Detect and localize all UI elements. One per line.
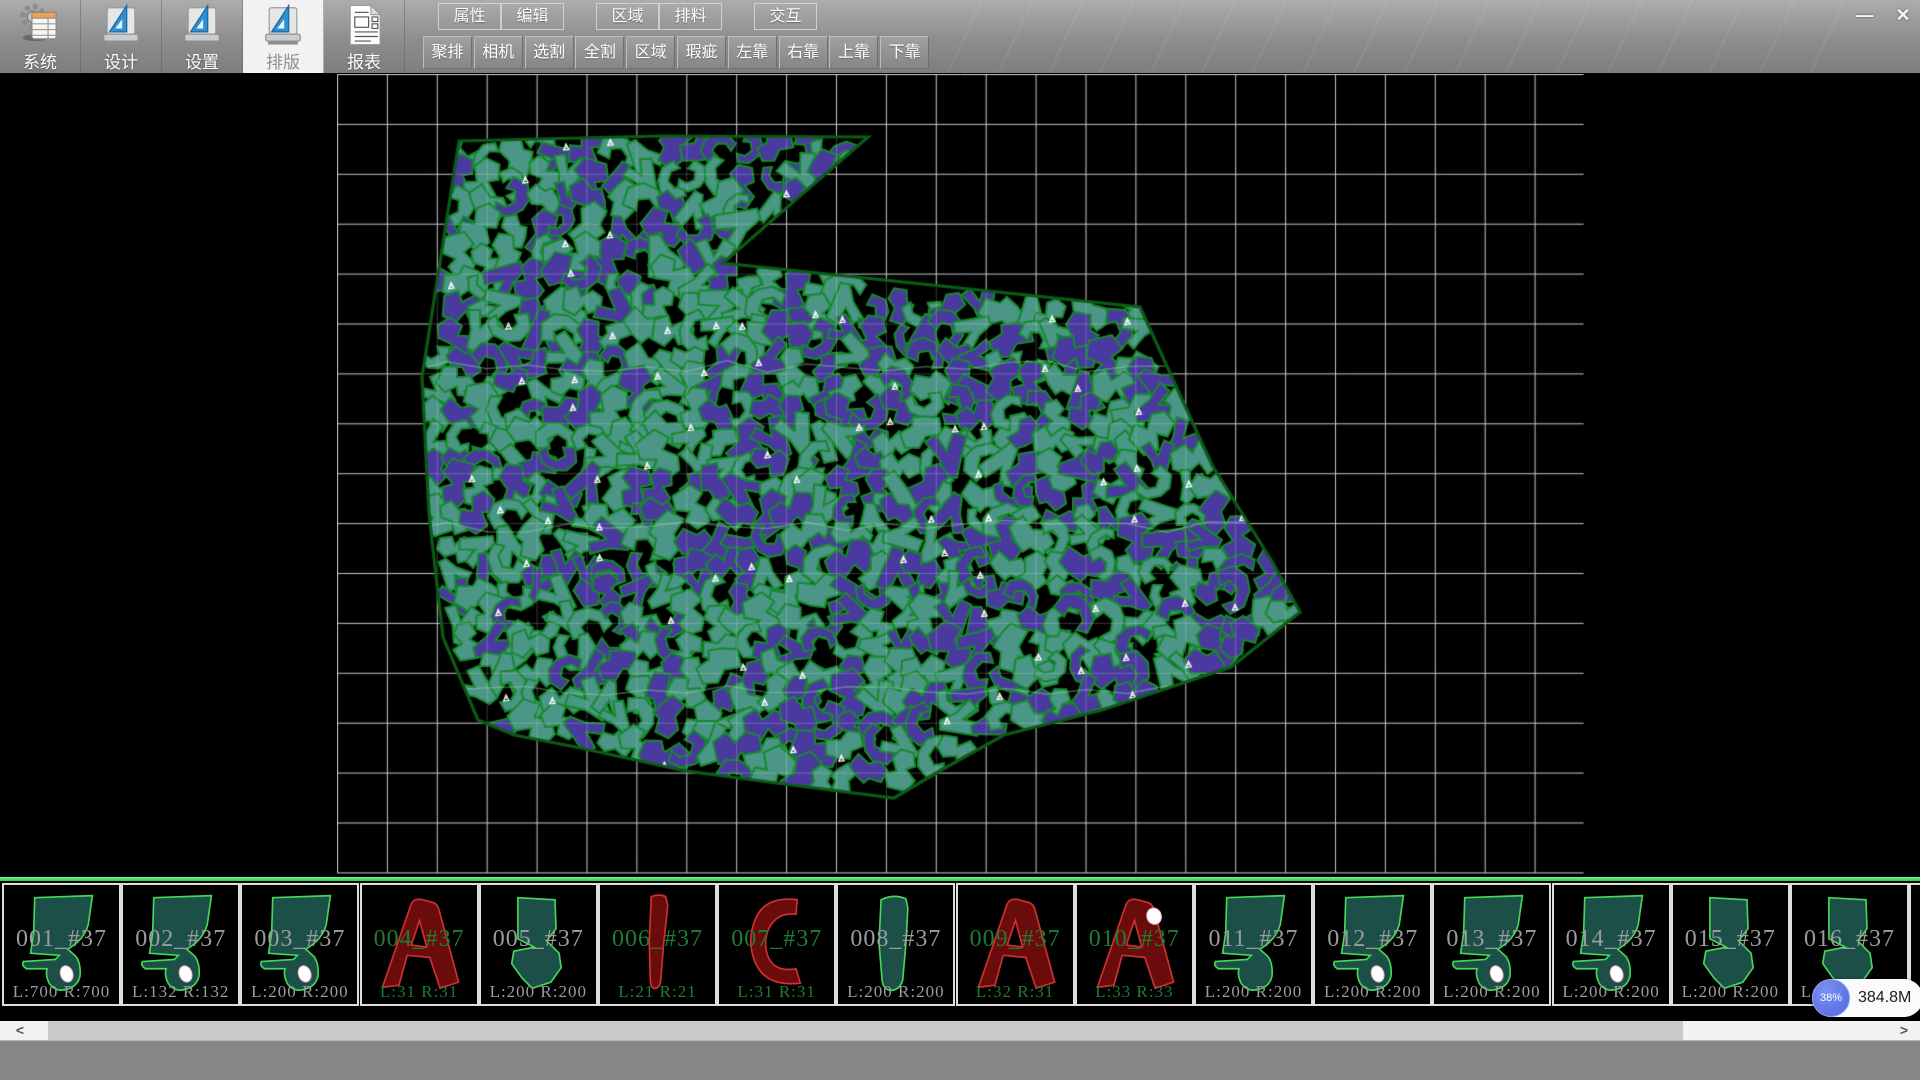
memory-value: 384.8M <box>1858 989 1911 1007</box>
piece-thumbnail-010_#37[interactable]: 010_#37 L:33 R:33 <box>1075 883 1194 1006</box>
menu-top-4[interactable]: 交互 <box>754 3 817 30</box>
tool-button-3[interactable]: 全割 <box>575 36 624 69</box>
piece-thumbnail-007_#37[interactable]: 007_#37 L:31 R:31 <box>717 883 836 1006</box>
piece-id-label: 013_#37 <box>1434 926 1549 953</box>
piece-thumbnail-009_#37[interactable]: 009_#37 L:32 R:31 <box>956 883 1075 1006</box>
close-button[interactable]: ✕ <box>1888 2 1918 28</box>
piece-id-label: 003_#37 <box>242 926 357 953</box>
main-tab-0[interactable]: 系统 <box>0 0 81 73</box>
tool-button-1[interactable]: 相机 <box>474 36 523 69</box>
piece-thumbnail-003_#37[interactable]: 003_#37 L:200 R:200 <box>240 883 359 1006</box>
piece-lr-count: L:200 R:200 <box>1434 982 1549 1002</box>
piece-id-label: 014_#37 <box>1554 926 1669 953</box>
piece-thumbnail-005_#37[interactable]: 005_#37 L:200 R:200 <box>479 883 598 1006</box>
piece-id-label: 017_#37 <box>1911 926 1920 953</box>
piece-id-label: 004_#37 <box>362 926 477 953</box>
piece-thumbnail-004_#37[interactable]: 004_#37 L:31 R:31 <box>360 883 479 1006</box>
scroll-left-arrow[interactable]: < <box>8 1021 32 1040</box>
menu-top-2[interactable]: 区域 <box>596 3 659 30</box>
piece-thumbnail-014_#37[interactable]: 014_#37 L:200 R:200 <box>1552 883 1671 1006</box>
piece-lr-count: L:32 R:31 <box>958 982 1073 1002</box>
tool-button-5[interactable]: 瑕疵 <box>677 36 726 69</box>
piece-thumbnail-006_#37[interactable]: 006_#37 L:21 R:21 <box>598 883 717 1006</box>
piece-lr-count: L:31 R:31 <box>719 982 834 1002</box>
tool-button-2[interactable]: 选割 <box>525 36 574 69</box>
main-tab-label: 设计 <box>81 48 161 73</box>
piece-id-label: 001_#37 <box>4 926 119 953</box>
main-tab-3-active[interactable]: 排版 <box>243 0 324 73</box>
app-window: 系统设计设置排版报表 属性编辑区域排料交互 聚排相机选割全割区域瑕疵左靠右靠上靠… <box>0 0 1920 1080</box>
piece-thumbnail-008_#37[interactable]: 008_#37 L:200 R:200 <box>836 883 955 1006</box>
piece-id-label: 007_#37 <box>719 926 834 953</box>
piece-thumbnail-001_#37[interactable]: 001_#37 L:700 R:700 <box>2 883 121 1006</box>
window-controls: — ✕ <box>1846 2 1918 30</box>
piece-lr-count: L:21 R:21 <box>600 982 715 1002</box>
main-tab-label: 系统 <box>0 48 80 73</box>
tool-button-4[interactable]: 区域 <box>626 36 675 69</box>
piece-lr-count: L:200 R:200 <box>242 982 357 1002</box>
piece-id-label: 008_#37 <box>838 926 953 953</box>
piece-id-label: 010_#37 <box>1077 926 1192 953</box>
main-tab-label: 报表 <box>324 48 404 73</box>
piece-lr-count: L:200 R:200 <box>1554 982 1669 1002</box>
piece-lr-count: L:200 R:200 <box>481 982 596 1002</box>
progress-indicator: 38% <box>1812 979 1850 1017</box>
piece-thumbnail-013_#37[interactable]: 013_#37 L:200 R:200 <box>1432 883 1551 1006</box>
piece-lr-count: L:200 R:200 <box>1196 982 1311 1002</box>
toolbar-texture <box>930 0 1850 73</box>
piece-id-label: 002_#37 <box>123 926 238 953</box>
piece-lr-count: L:700 R:700 <box>4 982 119 1002</box>
tool-button-9[interactable]: 下靠 <box>880 36 929 69</box>
strip-divider <box>0 877 1920 881</box>
tool-button-7[interactable]: 右靠 <box>779 36 828 69</box>
piece-lr-count: L:132 R:132 <box>123 982 238 1002</box>
report-doc-icon <box>341 2 387 48</box>
piece-id-label: 011_#37 <box>1196 926 1311 953</box>
piece-lr-count: L:33 R:33 <box>1077 982 1192 1002</box>
minimize-button[interactable]: — <box>1850 2 1880 28</box>
status-bar <box>0 1040 1920 1080</box>
toolbar: 系统设计设置排版报表 属性编辑区域排料交互 聚排相机选割全割区域瑕疵左靠右靠上靠… <box>0 0 1920 73</box>
piece-thumbnail-strip: 001_#37L:700 R:700002_#37L:132 R:132003_… <box>0 883 1920 1007</box>
piece-id-label: 012_#37 <box>1315 926 1430 953</box>
design-ruler-icon <box>98 2 144 48</box>
horizontal-scrollbar[interactable]: < > <box>0 1021 1920 1040</box>
scrollbar-thumb[interactable] <box>48 1021 1683 1040</box>
piece-id-label: 016_#37 <box>1792 926 1907 953</box>
piece-thumbnail-002_#37[interactable]: 002_#37 L:132 R:132 <box>121 883 240 1006</box>
scroll-right-arrow[interactable]: > <box>1892 1021 1916 1040</box>
nesting-ruler-icon <box>260 2 306 48</box>
piece-id-label: 015_#37 <box>1673 926 1788 953</box>
piece-lr-count: L:200 R:200 <box>1315 982 1430 1002</box>
settings-ruler-icon <box>179 2 225 48</box>
piece-lr-count: L:31 R:31 <box>362 982 477 1002</box>
piece-thumbnail-015_#37[interactable]: 015_#37 L:200 R:200 <box>1671 883 1790 1006</box>
piece-id-label: 005_#37 <box>481 926 596 953</box>
piece-id-label: 009_#37 <box>958 926 1073 953</box>
piece-id-label: 006_#37 <box>600 926 715 953</box>
main-tab-label: 排版 <box>243 48 323 73</box>
nesting-view-canvas[interactable] <box>337 74 1584 874</box>
main-tab-4[interactable]: 报表 <box>324 0 405 73</box>
main-tab-label: 设置 <box>162 48 242 73</box>
menu-top-3[interactable]: 排料 <box>659 3 722 30</box>
tool-button-6[interactable]: 左靠 <box>728 36 777 69</box>
tool-button-8[interactable]: 上靠 <box>829 36 878 69</box>
piece-thumbnail-012_#37[interactable]: 012_#37 L:200 R:200 <box>1313 883 1432 1006</box>
main-tab-2[interactable]: 设置 <box>162 0 243 73</box>
piece-lr-count: L:200 R:200 <box>1673 982 1788 1002</box>
main-tab-1[interactable]: 设计 <box>81 0 162 73</box>
piece-thumbnail-011_#37[interactable]: 011_#37 L:200 R:200 <box>1194 883 1313 1006</box>
tool-button-0[interactable]: 聚排 <box>423 36 472 69</box>
menu-top-1[interactable]: 编辑 <box>501 3 564 30</box>
piece-lr-count: L:200 R:200 <box>838 982 953 1002</box>
memory-badge: 38% 384.8M <box>1812 979 1920 1017</box>
system-gear-icon <box>17 2 63 48</box>
menu-top-0[interactable]: 属性 <box>438 3 501 30</box>
